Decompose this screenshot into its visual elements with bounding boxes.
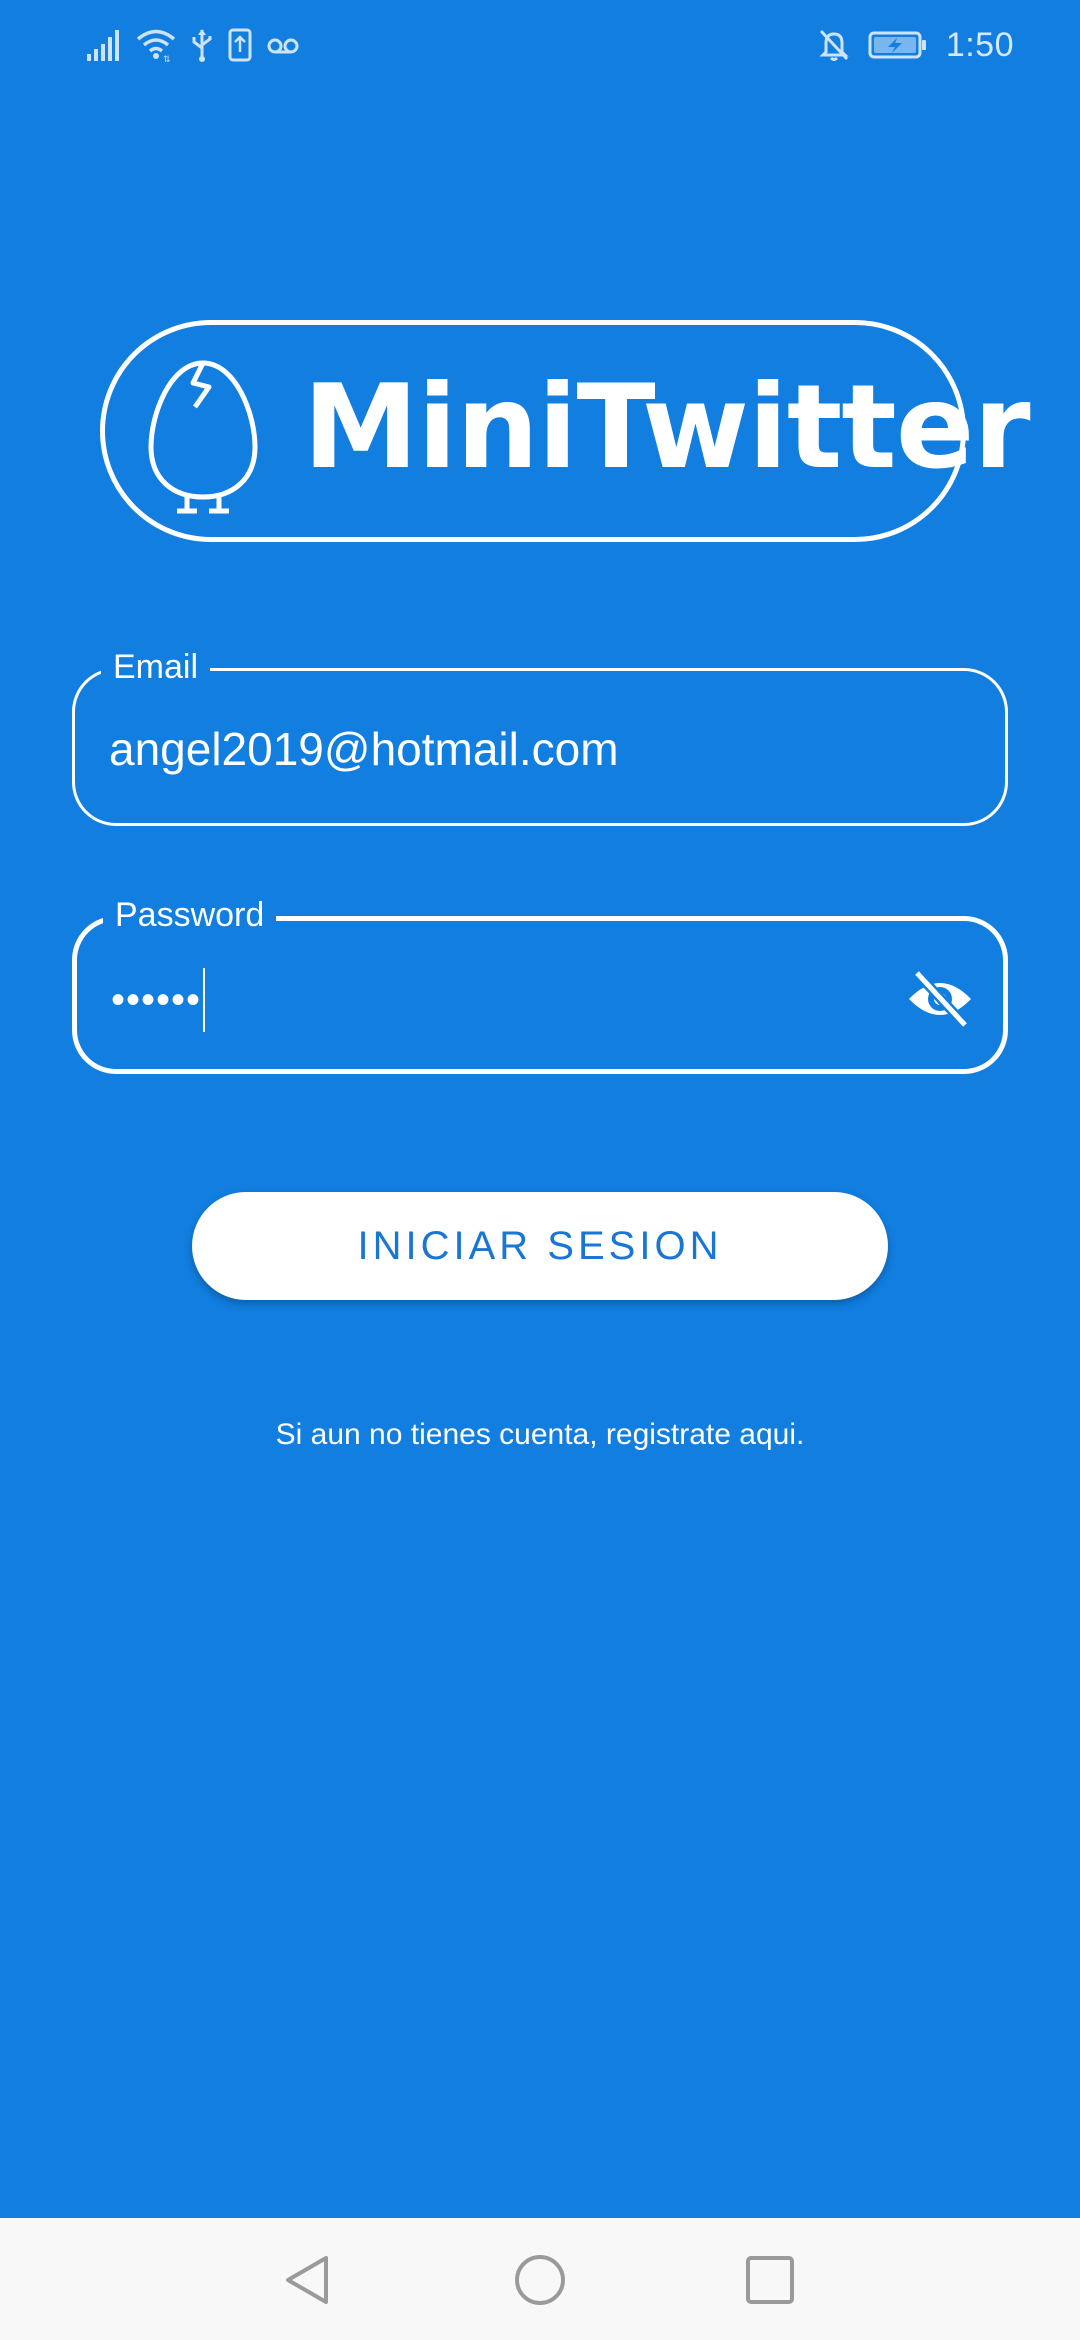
navigation-bar [0, 2218, 1080, 2340]
status-bar-right: 1:50 [818, 22, 1014, 68]
signal-icon [86, 28, 122, 62]
egg-mascot-icon [143, 355, 263, 520]
back-icon[interactable] [276, 2248, 340, 2312]
wifi-icon: ⇅ [136, 28, 176, 62]
email-value[interactable]: angel2019@hotmail.com [109, 723, 619, 775]
email-label: Email [101, 647, 211, 687]
usb-icon [190, 28, 214, 62]
app-logo: MiniTwitter [100, 320, 1031, 542]
sim-upload-icon [228, 28, 252, 62]
register-link[interactable]: Si aun no tienes cuenta, registrate aqui… [0, 1412, 1080, 1458]
login-button[interactable]: INICIAR SESION [192, 1192, 888, 1300]
visibility-off-icon[interactable] [905, 969, 975, 1029]
login-screen: ⇅ 1:50 MiniTwitter Email angel2019@hotma… [0, 0, 1080, 2340]
battery-charging-icon [868, 30, 928, 60]
password-label: Password [103, 895, 277, 935]
status-bar-left: ⇅ [86, 22, 300, 68]
recents-icon[interactable] [738, 2248, 802, 2312]
email-field[interactable]: Email angel2019@hotmail.com [72, 647, 1008, 826]
status-bar: ⇅ 1:50 [0, 0, 1080, 90]
svg-text:⇅: ⇅ [163, 54, 171, 62]
password-input[interactable]: •••••• [111, 968, 206, 1032]
status-time: 1:50 [945, 25, 1014, 64]
home-icon[interactable] [508, 2248, 572, 2312]
notifications-off-icon [818, 28, 850, 62]
text-cursor [203, 968, 206, 1032]
logo-text: MiniTwitter [303, 360, 1031, 495]
password-field[interactable]: Password •••••• [72, 895, 1008, 1074]
voicemail-icon [266, 28, 300, 62]
password-masked-value: •••••• [111, 977, 202, 1022]
